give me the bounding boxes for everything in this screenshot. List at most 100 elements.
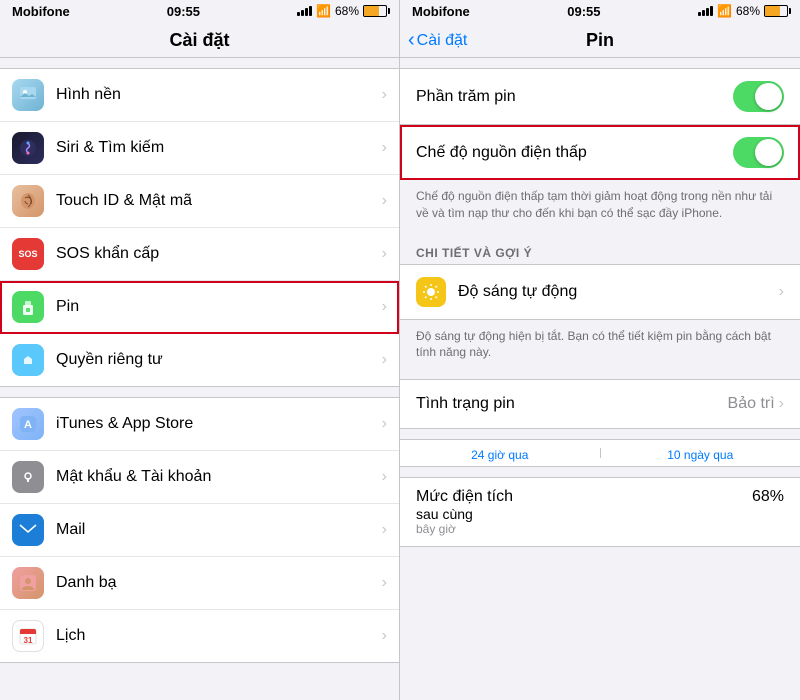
sidebar-item-wallpaper-label: Hình nền [56, 86, 382, 104]
phan-tram-label: Phần trăm pin [416, 88, 733, 106]
chevron-icon: › [382, 351, 387, 369]
right-time: 09:55 [567, 4, 600, 19]
settings-group-1: Hình nền › Siri & Tìm kiếm › [0, 68, 399, 387]
left-title: Cài đặt [169, 30, 229, 50]
do-sang-icon [416, 277, 446, 307]
tab-10d-label: 10 ngày qua [667, 448, 733, 462]
right-panel: Mobifone 09:55 📶 68% ‹ Cài đặt Pin [400, 0, 800, 700]
left-wifi-icon: 📶 [316, 4, 331, 18]
right-battery-icon [764, 5, 788, 17]
sidebar-item-contacts[interactable]: Danh bạ › [0, 557, 399, 610]
section-che-do: Chế độ nguồn điện thấp [400, 125, 800, 180]
tinh-trang-item[interactable]: Tình trạng pin Bảo trì › [400, 380, 800, 428]
sidebar-item-siri[interactable]: Siri & Tìm kiếm › [0, 122, 399, 175]
che-do-label: Chế độ nguồn điện thấp [416, 144, 733, 162]
sidebar-item-mail-label: Mail [56, 521, 382, 539]
sidebar-item-wallpaper[interactable]: Hình nền › [0, 69, 399, 122]
right-content: Phần trăm pin Chế độ nguồn điện thấp Chế… [400, 58, 800, 700]
tab-24h[interactable]: 24 giờ qua [400, 440, 600, 466]
phan-tram-item[interactable]: Phần trăm pin [400, 69, 800, 124]
itunes-icon: A [12, 408, 44, 440]
left-battery-area: 📶 68% [297, 4, 387, 19]
spacer-4 [400, 429, 800, 439]
right-signal-icon [698, 4, 713, 19]
sidebar-item-calendar-label: Lịch [56, 627, 382, 645]
spacer-3 [400, 369, 800, 379]
back-chevron-icon: ‹ [408, 29, 415, 52]
section-header-text: CHI TIẾT VÀ GỢI Ý [416, 246, 532, 260]
sidebar-item-pin-label: Pin [56, 298, 382, 316]
mail-icon [12, 514, 44, 546]
back-button[interactable]: ‹ Cài đặt [408, 29, 467, 52]
touchid-icon [12, 185, 44, 217]
tinh-trang-value: Bảo trì [728, 395, 775, 413]
sidebar-item-sos[interactable]: SOS SOS khẩn cấp › [0, 228, 399, 281]
chevron-icon: › [382, 245, 387, 263]
section-header-label: CHI TIẾT VÀ GỢI Ý [400, 240, 800, 264]
tab-10d[interactable]: 10 ngày qua [601, 440, 800, 466]
chevron-icon: › [382, 415, 387, 433]
sidebar-item-calendar[interactable]: 31 Lịch › [0, 610, 399, 662]
wallpaper-icon [12, 79, 44, 111]
left-status-bar: Mobifone 09:55 📶 68% [0, 0, 399, 22]
muc-dien-tich-sublabel2: bây giờ [416, 522, 513, 536]
sos-icon: SOS [12, 238, 44, 270]
do-sang-description: Độ sáng tự động hiện bị tắt. Bạn có thể … [400, 320, 800, 370]
chevron-icon: › [779, 283, 784, 301]
chevron-icon: › [382, 192, 387, 210]
chevron-icon: › [779, 395, 784, 413]
muc-dien-tich-section: Mức điện tích sau cùng bây giờ 68% [400, 477, 800, 547]
muc-dien-tich-labels: Mức điện tích sau cùng bây giờ [416, 488, 513, 536]
right-wifi-icon: 📶 [717, 4, 732, 18]
che-do-description: Chế độ nguồn điện thấp tạm thời giảm hoạ… [400, 180, 800, 230]
muc-dien-tich-label: Mức điện tích [416, 488, 513, 506]
sidebar-item-touchid[interactable]: Touch ID & Mật mã › [0, 175, 399, 228]
left-carrier: Mobifone [12, 4, 70, 19]
tinh-trang-label: Tình trạng pin [416, 395, 728, 413]
toggle-knob-2 [755, 139, 782, 166]
muc-dien-tich-sublabel: sau cùng [416, 506, 513, 522]
left-time: 09:55 [167, 4, 200, 19]
tab-24h-label: 24 giờ qua [471, 448, 528, 462]
left-nav-header: Cài đặt [0, 22, 399, 58]
tab-bar: 24 giờ qua 10 ngày qua [400, 439, 800, 467]
do-sang-item[interactable]: Độ sáng tự động › [400, 265, 800, 319]
chevron-icon: › [382, 468, 387, 486]
chevron-icon: › [382, 521, 387, 539]
sidebar-item-mail[interactable]: Mail › [0, 504, 399, 557]
chevron-icon: › [382, 86, 387, 104]
left-panel: Mobifone 09:55 📶 68% Cài đặt [0, 0, 400, 700]
spacer-1 [400, 58, 800, 68]
password-icon [12, 461, 44, 493]
sidebar-item-password[interactable]: Mật khẩu & Tài khoản › [0, 451, 399, 504]
che-do-toggle[interactable] [733, 137, 784, 168]
sidebar-item-touchid-label: Touch ID & Mật mã [56, 192, 382, 210]
chevron-icon: › [382, 139, 387, 157]
sidebar-item-password-label: Mật khẩu & Tài khoản [56, 468, 382, 486]
toggle-knob [755, 83, 782, 110]
back-label: Cài đặt [417, 32, 468, 50]
muc-dien-tich-value: 68% [752, 488, 784, 506]
sidebar-item-pin[interactable]: Pin › [0, 281, 399, 334]
sidebar-item-itunes[interactable]: A iTunes & App Store › [0, 398, 399, 451]
calendar-icon: 31 [12, 620, 44, 652]
section-tinh-trang: Tình trạng pin Bảo trì › [400, 379, 800, 429]
settings-group-2: A iTunes & App Store › Mật khẩu & Tài kh… [0, 397, 399, 663]
left-battery-icon [363, 5, 387, 17]
sidebar-item-privacy[interactable]: Quyền riêng tư › [0, 334, 399, 386]
right-status-bar: Mobifone 09:55 📶 68% [400, 0, 800, 22]
section-do-sang: Độ sáng tự động › [400, 264, 800, 320]
sidebar-item-contacts-label: Danh bạ [56, 574, 382, 592]
che-do-item[interactable]: Chế độ nguồn điện thấp [400, 125, 800, 180]
chevron-icon: › [382, 627, 387, 645]
pin-icon [12, 291, 44, 323]
do-sang-text-area: Độ sáng tự động [458, 283, 779, 301]
right-nav-header: ‹ Cài đặt Pin [400, 22, 800, 58]
contacts-icon [12, 567, 44, 599]
sidebar-item-sos-label: SOS khẩn cấp [56, 245, 382, 263]
sidebar-item-itunes-label: iTunes & App Store [56, 415, 382, 433]
sidebar-item-privacy-label: Quyền riêng tư [56, 351, 382, 369]
phan-tram-toggle[interactable] [733, 81, 784, 112]
right-carrier: Mobifone [412, 4, 470, 19]
svg-text:31: 31 [24, 636, 33, 645]
